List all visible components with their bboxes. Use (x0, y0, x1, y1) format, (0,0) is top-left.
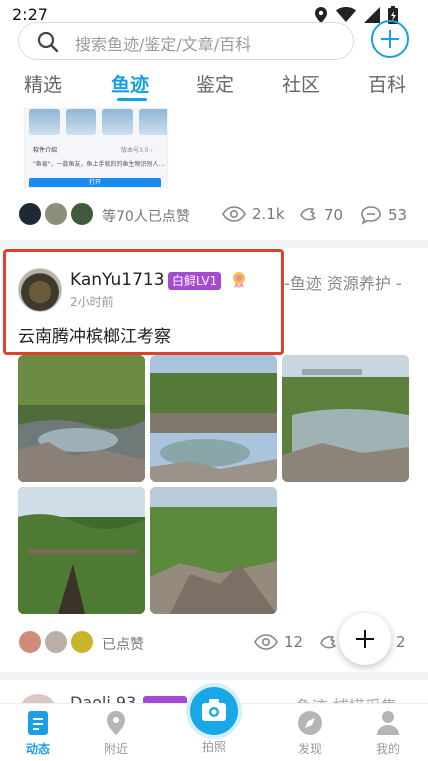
view-count-value: 12 (284, 633, 304, 651)
post-photo-1[interactable] (18, 355, 145, 482)
feed-icon (28, 711, 48, 735)
avatar (44, 202, 68, 226)
nav-label: 拍照 (201, 740, 226, 754)
app-screenshots (29, 109, 167, 135)
mini-open-button: 打开 (29, 178, 161, 187)
location-pin-icon (107, 711, 125, 735)
post-photo-3[interactable] (282, 355, 409, 482)
view-count-value: 2.1k (252, 205, 285, 223)
tab-fish-trace[interactable]: 鱼迹 (111, 70, 149, 97)
fish-like-icon (300, 207, 316, 221)
mini-title: 软件介绍 (33, 147, 58, 154)
like-button[interactable] (318, 633, 338, 653)
view-count: 12 (254, 633, 303, 651)
avatar (18, 630, 42, 654)
mini-version: 版本号3.0 › (121, 147, 153, 154)
liked-text: 等70人已点赞 (102, 209, 190, 225)
prev-post-image[interactable]: 软件介绍 版本号3.0 › "鱼易"，一款鱼友，鱼上手就的钓鱼生物识别人... … (24, 108, 168, 188)
comment-count: 2 (396, 633, 406, 651)
post-category: -鱼迹 资源养护 - (284, 274, 402, 293)
camera-button[interactable] (190, 687, 238, 735)
post-photo-4[interactable] (18, 487, 145, 614)
tab-identify[interactable]: 鉴定 (196, 70, 234, 97)
signal-icon (364, 7, 380, 23)
camera-icon (202, 699, 226, 721)
comment-count-value: 53 (388, 206, 408, 224)
tab-featured[interactable]: 精选 (24, 70, 62, 97)
floating-add-button[interactable] (339, 613, 391, 665)
post-photo-2[interactable] (150, 355, 277, 482)
divider (0, 240, 428, 248)
eye-icon (254, 634, 278, 650)
highlight-box (3, 249, 284, 355)
like-button[interactable]: 70 (298, 205, 343, 225)
eye-icon (222, 206, 246, 222)
avatar (18, 202, 42, 226)
mini-desc: "鱼易"，一款鱼友，鱼上手就的钓鱼生物识别人... (33, 161, 165, 168)
search-icon (37, 31, 59, 53)
comment-count-value: 2 (396, 633, 406, 651)
avatar (70, 202, 94, 226)
search-input[interactable]: 搜索鱼迹/鉴定/文章/百科 (18, 22, 354, 60)
tab-underline (117, 98, 147, 101)
post-photo-5[interactable] (150, 487, 277, 614)
comment-icon (361, 206, 381, 225)
top-tabs: 精选 鱼迹 鉴定 社区 百科 (0, 70, 428, 101)
tab-encyclopedia[interactable]: 百科 (368, 70, 406, 97)
user-icon (377, 711, 399, 735)
divider (0, 672, 428, 680)
liked-text: 已点赞 (102, 637, 144, 653)
fish-like-icon (320, 635, 336, 649)
prev-post-stats: 等70人已点赞 2.1k 70 53 (0, 202, 428, 228)
avatar (70, 630, 94, 654)
add-post-button[interactable] (371, 20, 409, 58)
wifi-icon (336, 7, 356, 22)
like-count-value: 70 (324, 206, 344, 224)
avatar (44, 630, 68, 654)
view-count: 2.1k (222, 205, 285, 223)
search-placeholder: 搜索鱼迹/鉴定/文章/百科 (75, 35, 252, 54)
compass-icon (298, 711, 322, 735)
tab-community[interactable]: 社区 (282, 70, 320, 97)
comment-button[interactable]: 53 (360, 205, 407, 225)
